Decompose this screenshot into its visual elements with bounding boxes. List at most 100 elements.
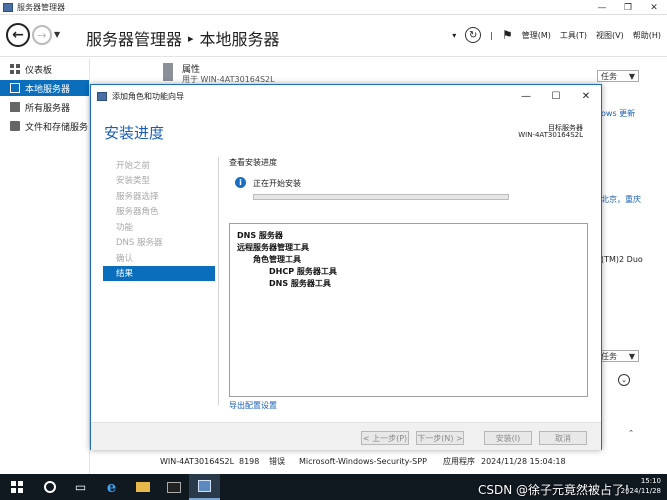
wizard-maximize-button[interactable]: ☐ — [541, 85, 571, 107]
breadcrumb-root[interactable]: 服务器管理器 — [86, 26, 182, 50]
notifications-flag-icon[interactable]: ⚑ — [502, 28, 513, 42]
page-title: 安装进度 — [104, 124, 165, 142]
sidebar-item-label: 本地服务器 — [25, 84, 71, 95]
steps-divider — [218, 157, 219, 405]
table-row[interactable]: WIN-4AT30164S2L 8198 错误 Microsoft-Window… — [160, 454, 667, 468]
install-button[interactable]: 安装(I) — [484, 431, 532, 445]
wizard-window-controls: — ☐ ✕ — [511, 85, 601, 107]
tasks-label: 任务 — [601, 351, 617, 361]
taskbar-task-view-button[interactable]: ▭ — [65, 474, 96, 500]
expand-circle-icon[interactable]: ⌄ — [618, 374, 630, 386]
breadcrumb-current: 本地服务器 — [199, 30, 280, 49]
file-storage-icon — [10, 121, 20, 131]
breadcrumb: 服务器管理器 ▸ 本地服务器 — [86, 26, 280, 50]
tasks-dropdown[interactable]: 任务 ▼ — [597, 70, 639, 82]
folder-icon — [135, 482, 150, 492]
step-confirmation: 确认 — [116, 253, 134, 264]
command-prompt-icon — [166, 481, 181, 493]
refresh-dropdown-icon[interactable]: ▾ — [452, 31, 456, 40]
refresh-menu-sep-icon: | — [490, 30, 493, 40]
local-server-icon — [10, 83, 20, 93]
step-results[interactable]: 结果 — [103, 265, 215, 281]
sidebar-item-local-server[interactable]: 本地服务器 — [0, 80, 89, 96]
server-manager-icon — [198, 480, 211, 492]
sidebar-item-file-storage[interactable]: 文件和存储服务 — [0, 118, 89, 134]
windows-logo-icon — [11, 481, 23, 493]
start-button[interactable] — [0, 474, 34, 500]
export-config-link[interactable]: 导出配置设置 — [229, 400, 277, 411]
window-title: 服务器管理器 — [17, 2, 65, 12]
wizard-close-button[interactable]: ✕ — [571, 85, 601, 107]
history-dropdown-icon[interactable]: ▼ — [54, 30, 60, 39]
menu-help[interactable]: 帮助(H) — [633, 30, 661, 41]
step-server-roles: 服务器角色 — [116, 207, 159, 218]
step-dns-server: DNS 服务器 — [116, 238, 163, 249]
next-button[interactable]: 下一步(N) > — [416, 431, 464, 445]
taskbar-explorer-button[interactable] — [127, 474, 158, 500]
event-level: 错误 — [269, 456, 285, 466]
processor-info: (TM)2 Duo — [601, 255, 643, 264]
taskbar-ie-button[interactable]: e — [96, 474, 127, 500]
step-installation-type: 安装类型 — [116, 176, 151, 187]
sidebar-item-label: 仪表板 — [25, 65, 53, 76]
install-results-list[interactable]: DNS 服务器 远程服务器管理工具 角色管理工具 DHCP 服务器工具 DNS … — [229, 223, 588, 397]
wizard-title: 添加角色和功能向导 — [112, 91, 184, 101]
refresh-icon[interactable]: ↻ — [465, 27, 482, 43]
target-server-name: WIN-4AT30164S2L — [518, 131, 583, 139]
previous-button[interactable]: < 上一步(P) — [361, 431, 409, 445]
maximize-button[interactable]: ❐ — [615, 0, 641, 15]
server-manager-app-icon — [3, 2, 13, 12]
window-controls: — ❐ ✕ — [589, 0, 667, 15]
event-source: Microsoft-Windows-Security-SPP — [299, 456, 427, 466]
server-icon — [163, 63, 173, 81]
view-progress-label: 查看安装进度 — [229, 158, 277, 167]
step-before-you-begin: 开始之前 — [116, 160, 151, 171]
wizard-titlebar: 添加角色和功能向导 — ☐ ✕ — [91, 85, 601, 107]
sidebar-item-label: 文件和存储服务 — [25, 122, 89, 133]
menu-manage[interactable]: 管理(M) — [522, 30, 551, 41]
list-item: DNS 服务器工具 — [269, 279, 331, 288]
event-log: 应用程序 — [443, 456, 475, 466]
list-item: DHCP 服务器工具 — [269, 267, 337, 276]
server-manager-header: ← → ▼ 服务器管理器 ▸ 本地服务器 ▾ ↻ | ⚑ 管理(M) 工具(T)… — [0, 15, 667, 57]
watermark-text: CSDN @徐子元竟然被占了！ — [478, 483, 637, 497]
install-progress-bar — [253, 194, 509, 200]
info-icon: i — [235, 177, 246, 188]
cancel-button[interactable]: 取消 — [539, 431, 587, 445]
events-tasks-dropdown[interactable]: 任务 ▼ — [597, 350, 639, 362]
back-arrow-icon[interactable]: ← — [6, 23, 30, 47]
wizard-minimize-button[interactable]: — — [511, 85, 541, 107]
chevron-down-icon: ▼ — [628, 351, 635, 361]
dashboard-icon — [10, 64, 20, 74]
all-servers-icon — [10, 102, 20, 112]
search-icon — [43, 481, 56, 493]
list-item: DNS 服务器 — [237, 231, 283, 240]
forward-arrow-icon[interactable]: → — [32, 25, 52, 45]
taskbar-server-manager-button[interactable] — [189, 474, 220, 500]
tasks-label: 任务 — [601, 71, 617, 81]
server-manager-titlebar: 服务器管理器 — ❐ ✕ — [0, 0, 667, 15]
taskbar-search-button[interactable] — [34, 474, 65, 500]
internet-explorer-icon: e — [106, 478, 117, 496]
taskbar-cmd-button[interactable] — [158, 474, 189, 500]
wizard-steps: 开始之前 安装类型 服务器选择 服务器角色 功能 DNS 服务器 确认 结果 — [103, 157, 215, 281]
add-roles-wizard-dialog: 添加角色和功能向导 — ☐ ✕ 安装进度 目标服务器 WIN-4AT30164S… — [90, 84, 602, 450]
close-button[interactable]: ✕ — [641, 0, 667, 15]
task-view-icon: ▭ — [74, 480, 87, 494]
minimize-button[interactable]: — — [589, 0, 615, 15]
sidebar-item-dashboard[interactable]: 仪表板 — [0, 61, 89, 77]
wizard-app-icon — [97, 91, 107, 101]
windows-update-link[interactable]: ows 更新 — [601, 108, 635, 119]
sidebar-item-label: 所有服务器 — [25, 103, 71, 114]
header-menu: ▾ ↻ | ⚑ 管理(M) 工具(T) 视图(V) 帮助(H) — [452, 27, 661, 43]
menu-view[interactable]: 视图(V) — [596, 30, 624, 41]
install-status-text: 正在开始安装 — [253, 179, 301, 188]
chevron-down-icon: ▼ — [628, 71, 635, 81]
menu-tools[interactable]: 工具(T) — [560, 30, 587, 41]
event-time: 2024/11/28 15:04:18 — [481, 456, 566, 466]
timezone-link[interactable]: 北京，重庆 — [601, 194, 641, 205]
step-server-selection: 服务器选择 — [116, 191, 159, 202]
sidebar-item-all-servers[interactable]: 所有服务器 — [0, 99, 89, 115]
scroll-up-icon[interactable]: ⌃ — [625, 427, 637, 439]
step-features: 功能 — [116, 222, 134, 233]
